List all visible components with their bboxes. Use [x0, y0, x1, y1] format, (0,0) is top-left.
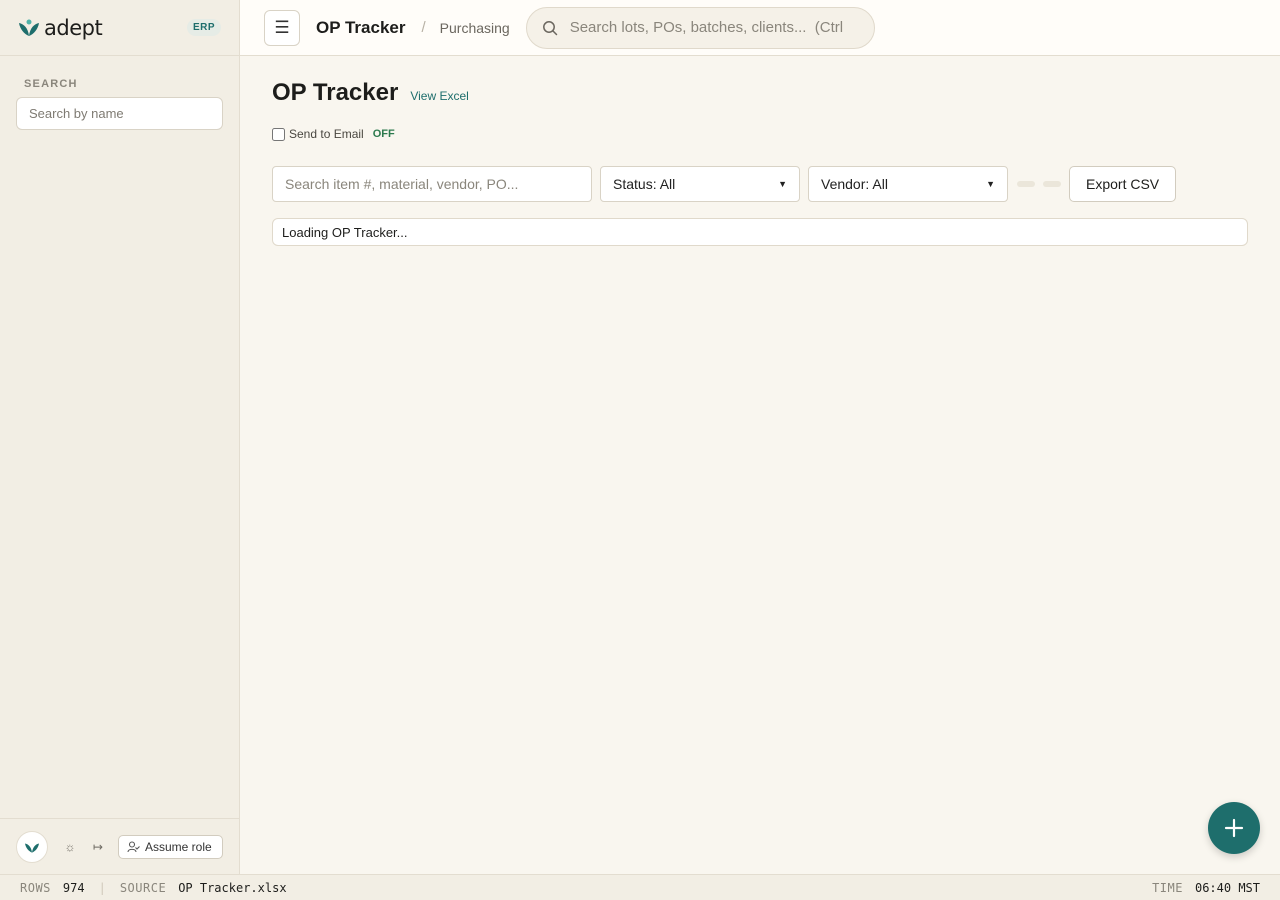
- sidebar-footer: ☼ ↦ Assume role: [0, 818, 239, 874]
- status-time: TIME 06:40 MST: [1152, 881, 1260, 895]
- loading-message: Loading OP Tracker...: [272, 218, 1248, 246]
- erp-badge: ERP: [186, 19, 221, 36]
- logout-icon[interactable]: ↦: [88, 840, 108, 854]
- time-value: 06:40 MST: [1194, 880, 1260, 895]
- plus-icon: [1224, 818, 1244, 838]
- assume-role-label: Assume role: [145, 839, 212, 854]
- add-button[interactable]: [1208, 802, 1260, 854]
- leaf-logo-icon: [19, 19, 39, 36]
- main-content: OP Tracker View Excel Send to Email OFF …: [272, 56, 1248, 246]
- brand-name: adept: [44, 15, 103, 40]
- sidebar-search-input[interactable]: [16, 97, 223, 130]
- theme-toggle-icon[interactable]: ☼: [60, 840, 80, 854]
- send-to-email-label: Send to Email: [289, 127, 364, 141]
- leaf-avatar-icon: [25, 843, 39, 853]
- assume-role-button[interactable]: Assume role: [118, 834, 223, 859]
- breadcrumb-section[interactable]: Purchasing: [440, 20, 510, 36]
- send-to-email-checkbox[interactable]: [272, 127, 285, 141]
- brand-logo-link[interactable]: adept: [18, 15, 103, 40]
- breadcrumb-separator: /: [421, 19, 426, 36]
- time-key: TIME: [1152, 880, 1183, 895]
- status-bar: ROWS 974 | SOURCE OP Tracker.xlsx TIME 0…: [0, 874, 1280, 900]
- status-filter-select[interactable]: Status: All ▼: [600, 166, 800, 202]
- filter-bar: Status: All ▼ Vendor: All ▼ Export CSV: [272, 166, 1248, 202]
- sidebar-search-section: SEARCH: [0, 56, 239, 130]
- global-search[interactable]: [525, 6, 875, 49]
- vendor-filter-value: Vendor: All: [821, 176, 888, 192]
- rows-value: 974: [62, 880, 85, 895]
- placeholder-pill: [1043, 181, 1061, 187]
- item-search-input[interactable]: [272, 166, 592, 202]
- chevron-down-icon: ▼: [986, 179, 995, 189]
- status-divider: |: [98, 880, 106, 895]
- source-key: SOURCE: [119, 880, 167, 895]
- placeholder-pill: [1017, 181, 1035, 187]
- brand-header: adept ERP: [0, 0, 239, 56]
- avatar[interactable]: [16, 830, 48, 863]
- search-icon: [542, 20, 557, 35]
- status-filter-value: Status: All: [613, 176, 676, 192]
- export-csv-button[interactable]: Export CSV: [1069, 166, 1177, 202]
- source-value: OP Tracker.xlsx: [178, 880, 287, 895]
- vendor-filter-select[interactable]: Vendor: All ▼: [808, 166, 1008, 202]
- global-search-input[interactable]: [569, 19, 860, 36]
- email-status-badge: OFF: [372, 128, 395, 140]
- user-check-icon: [127, 840, 140, 852]
- menu-button[interactable]: ☰: [264, 9, 300, 46]
- breadcrumb-title: OP Tracker: [316, 17, 406, 37]
- topbar: ☰ OP Tracker / Purchasing: [240, 0, 1280, 56]
- hamburger-icon: ☰: [274, 17, 290, 37]
- sidebar-search-label: SEARCH: [24, 78, 78, 90]
- page-title: OP Tracker: [272, 79, 399, 106]
- send-to-email-row: Send to Email OFF: [272, 127, 1248, 141]
- view-excel-link[interactable]: View Excel: [410, 89, 468, 103]
- title-row: OP Tracker View Excel: [272, 79, 1248, 107]
- rows-key: ROWS: [20, 880, 51, 895]
- chevron-down-icon: ▼: [778, 179, 787, 189]
- sidebar: adept ERP SEARCH ☼ ↦ Assume role: [0, 0, 240, 874]
